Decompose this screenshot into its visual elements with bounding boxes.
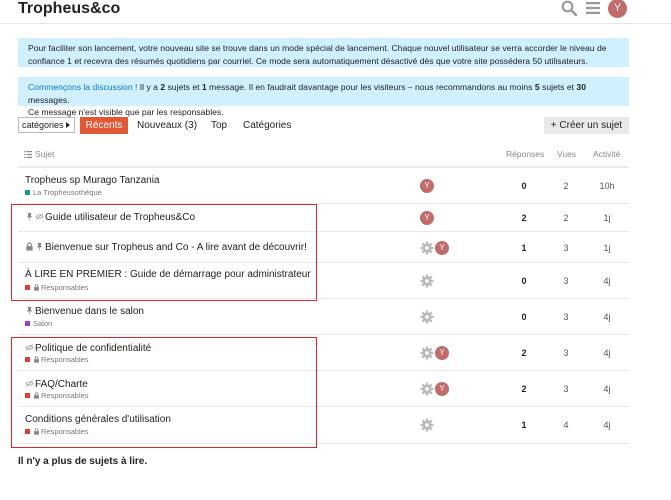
highlight-box: [11, 337, 317, 448]
categories-dropdown[interactable]: catégories: [18, 117, 75, 133]
replies-count: 0: [521, 312, 527, 322]
launch-notice: Pour faciliter son lancement, votre nouv…: [18, 38, 629, 67]
topic-title[interactable]: Tropheus sp Murago Tanzania: [25, 175, 160, 186]
tab-new[interactable]: Nouveaux (3): [137, 117, 197, 134]
avatar[interactable]: Y: [420, 179, 434, 193]
caret-right-icon: [66, 122, 70, 128]
hamburger-menu-icon[interactable]: [586, 2, 600, 14]
tab-recent[interactable]: Récents: [80, 117, 128, 134]
replies-count: 2: [521, 213, 527, 223]
views-count: 4: [563, 420, 569, 430]
site-title[interactable]: Tropheus&co: [18, 0, 120, 18]
views-count: 3: [563, 384, 569, 394]
activity-time[interactable]: 10h: [597, 181, 617, 191]
replies-count: 2: [521, 348, 527, 358]
views-count: 3: [563, 312, 569, 322]
search-icon[interactable]: [561, 0, 577, 16]
activity-time[interactable]: 1j: [597, 243, 617, 253]
topic-row[interactable]: Tropheus sp Murago Tanzania La Tropheuso…: [18, 168, 629, 204]
pin-icon: [26, 306, 33, 315]
avatar[interactable]: Y: [435, 241, 449, 255]
notice-text: message. Il en faudrait davantage pour l…: [206, 82, 535, 92]
topic-title: Bienvenue dans le salon: [35, 306, 144, 317]
notice-text: sujets et: [539, 82, 577, 92]
topic-nav: catégories Récents Nouveaux (3) Top Caté…: [18, 117, 629, 135]
notice-staff-only: Ce message n'est visible que par les res…: [28, 107, 224, 117]
replies-count: 0: [521, 181, 527, 191]
launch-notice-text: Pour faciliter son lancement, votre nouv…: [28, 43, 607, 66]
create-topic-button[interactable]: + Créer un sujet: [544, 117, 629, 134]
gear-icon[interactable]: [420, 382, 434, 396]
categories-dropdown-label: catégories: [22, 120, 64, 130]
gear-icon[interactable]: [420, 310, 434, 324]
tab-categories[interactable]: Catégories: [243, 117, 291, 134]
topic-category-label: Salon: [33, 319, 53, 328]
topic-title-wrap[interactable]: Bienvenue dans le salon: [25, 306, 144, 317]
category-badge-icon: [25, 190, 30, 195]
discussion-notice: Commençons la discussion ! Il y a 2 suje…: [18, 77, 629, 117]
activity-time[interactable]: 4j: [597, 420, 617, 430]
replies-count: 2: [521, 384, 527, 394]
topic-list-header: Sujet Réponses Vues Activité: [18, 146, 629, 168]
activity-time[interactable]: 4j: [597, 348, 617, 358]
gear-icon[interactable]: [420, 346, 434, 360]
discussion-link[interactable]: Commençons la discussion !: [28, 82, 137, 92]
views-count: 2: [563, 213, 569, 223]
column-replies[interactable]: Réponses: [506, 149, 544, 159]
notice-text: messages.: [28, 94, 70, 105]
category-badge-icon: [25, 321, 30, 326]
replies-count: 1: [521, 243, 527, 253]
topic-category-label: La Tropheusothèque: [33, 188, 102, 197]
activity-time[interactable]: 4j: [597, 312, 617, 322]
activity-time[interactable]: 1j: [597, 213, 617, 223]
notice-text: sujets et: [165, 82, 202, 92]
gear-icon[interactable]: [420, 274, 434, 288]
highlight-box: [11, 204, 317, 301]
notice-min-messages: 30: [576, 82, 586, 92]
activity-time[interactable]: 4j: [597, 384, 617, 394]
views-count: 3: [563, 276, 569, 286]
notice-text: Il y a: [137, 82, 161, 92]
topic-row[interactable]: Bienvenue dans le salon Salon 0 3 4j: [18, 299, 629, 335]
topic-category[interactable]: Salon: [25, 319, 52, 328]
column-topic[interactable]: Sujet: [35, 149, 54, 159]
views-count: 2: [563, 181, 569, 191]
views-count: 3: [563, 348, 569, 358]
list-icon: [24, 151, 32, 158]
site-header: Tropheus&co Y: [0, 0, 671, 24]
avatar[interactable]: Y: [420, 211, 434, 225]
activity-time[interactable]: 4j: [597, 276, 617, 286]
column-views[interactable]: Vues: [557, 149, 576, 159]
gear-icon[interactable]: [420, 418, 434, 432]
tab-top[interactable]: Top: [211, 117, 227, 134]
replies-count: 0: [521, 276, 527, 286]
avatar[interactable]: Y: [435, 382, 449, 396]
gear-icon[interactable]: [420, 241, 434, 255]
avatar[interactable]: Y: [435, 346, 449, 360]
no-more-topics: Il n'y a plus de sujets à lire.: [18, 456, 148, 467]
user-avatar[interactable]: Y: [608, 0, 627, 18]
replies-count: 1: [521, 420, 527, 430]
column-activity[interactable]: Activité: [593, 149, 620, 159]
topic-category[interactable]: La Tropheusothèque: [25, 188, 102, 197]
views-count: 3: [563, 243, 569, 253]
